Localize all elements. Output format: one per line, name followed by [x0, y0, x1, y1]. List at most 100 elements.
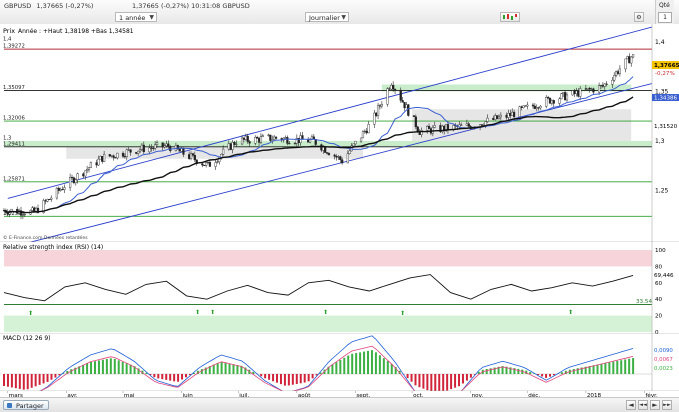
candle-body — [109, 154, 111, 156]
macd-hist-bar — [438, 374, 440, 393]
toolbar: GBPUSD 1,37665 (-0,27%) 1,37665 (-0,27%)… — [0, 0, 679, 25]
candle-body — [98, 159, 100, 165]
macd-hist-bar — [608, 362, 610, 374]
candle-body — [222, 149, 224, 154]
macd-hist-bar — [110, 358, 112, 374]
nav-last-button[interactable]: ►► — [662, 400, 672, 410]
share-button[interactable]: Partager — [3, 400, 49, 410]
macd-hist-bar — [541, 374, 543, 376]
candle-body — [576, 91, 578, 94]
candle-body — [466, 124, 468, 125]
candle-body — [585, 89, 587, 90]
macd-hist-bar — [308, 374, 310, 381]
candle-body — [162, 143, 164, 147]
macd-hist-bar — [596, 365, 598, 374]
window-title: GBPUSD 1,37665 (-0,27%) — [4, 2, 93, 10]
candle-body — [511, 112, 513, 115]
candle-body — [60, 189, 62, 190]
macd-hist-bar — [39, 374, 41, 385]
candle-body — [298, 138, 300, 143]
macd-hist-bar — [35, 374, 37, 386]
macd-hist-bar — [157, 374, 159, 378]
rsi-signal-arrow: ⬆ — [323, 309, 328, 316]
macd-hist-bar — [130, 365, 132, 374]
macd-hist-bar — [383, 358, 385, 374]
price-panel: PrixAnnée : +Haut 1,38198 +Bas 1,345811,… — [0, 24, 679, 248]
candle-body — [364, 131, 366, 132]
candle-body — [235, 144, 237, 145]
candle-body — [309, 140, 311, 143]
macd-hist-bar — [422, 374, 424, 389]
chart-type-button[interactable] — [500, 12, 520, 22]
quote-header: 1,37665 (-0,27%) 10:31:08 GBPUSD — [132, 2, 250, 10]
settings-button[interactable]: ⚙ — [634, 12, 644, 22]
macd-hist-bar — [173, 374, 175, 381]
macd-title: MACD (12 26 9) — [3, 335, 50, 342]
rsi-value-label: 69,446 — [654, 273, 674, 279]
candle-body — [536, 108, 538, 109]
candle-body — [415, 117, 417, 127]
rsi-axis-tick: 20 — [655, 314, 663, 320]
candle-body — [379, 106, 381, 107]
macd-hist-bar — [169, 374, 171, 381]
candle-body — [194, 155, 196, 160]
macd-hist-bar — [430, 374, 432, 392]
candle-body — [341, 160, 343, 163]
candle-body — [203, 165, 205, 166]
candle-body — [447, 124, 449, 129]
macd-hist-bar — [296, 374, 298, 384]
price-info-text: Année : +Haut 1,38198 +Bas 1,34581 — [18, 28, 134, 35]
chevron-down-icon: ▼ — [341, 13, 346, 23]
macd-hist-bar — [426, 374, 428, 390]
rsi-panel: Relative strength index (RSI) (14)⬆⬆⬆⬆⬆⬆… — [0, 242, 679, 336]
qty-panel: Qté 1 — [655, 0, 674, 24]
level-label: 1,4 — [3, 36, 12, 42]
candle-body — [387, 89, 389, 105]
macd-hist-bar — [213, 365, 215, 374]
macd-hist-bar — [268, 374, 270, 380]
trading-window: GBPUSD 1,37665 (-0,27%) 1,37665 (-0,27%)… — [0, 0, 679, 411]
candle-body — [619, 69, 621, 74]
candle-body — [149, 148, 151, 152]
candle-body — [124, 156, 126, 157]
macd-hist-bar — [529, 372, 531, 374]
candle-body — [526, 105, 528, 106]
nav-next-button[interactable]: ► — [650, 400, 660, 410]
macd-hist-bar — [86, 363, 88, 374]
candle-body — [286, 137, 288, 143]
macd-hist-bar — [418, 374, 420, 387]
candle-body — [492, 118, 494, 120]
candle-body — [336, 156, 338, 157]
candle-body — [602, 85, 604, 86]
quote-price: 1,37665 — [132, 2, 159, 10]
candle-body — [506, 115, 508, 117]
period-select[interactable]: 1 année▼ — [115, 12, 157, 22]
candle-body — [288, 143, 290, 144]
macd-hist-bar — [612, 362, 614, 374]
nav-first-button[interactable]: ◄ — [626, 400, 636, 410]
macd-hist-bar — [593, 365, 595, 374]
candle-body — [241, 138, 243, 144]
candle-body — [73, 178, 75, 183]
chart-area[interactable]: PrixAnnée : +Haut 1,38198 +Bas 1,345811,… — [0, 24, 679, 407]
macd-hist-bar — [517, 369, 519, 374]
candle-body — [604, 84, 606, 87]
interval-select[interactable]: Journalier▼ — [305, 12, 349, 22]
rsi-axis-tick: 80 — [655, 264, 663, 270]
macd-hist-bar — [102, 360, 104, 374]
qty-input[interactable]: 1 — [658, 12, 672, 23]
macd-hist-bar — [232, 364, 234, 374]
macd-hist-bar — [165, 374, 167, 380]
candle-body — [48, 199, 50, 200]
nav-back-button[interactable]: ◄◄ — [638, 400, 648, 410]
rsi-signal-arrow: ⬆ — [195, 309, 200, 316]
candle-body — [513, 112, 515, 117]
candle-body — [500, 115, 502, 117]
candle-body — [347, 154, 349, 163]
macd-hist-bar — [106, 359, 108, 374]
candle-body — [547, 97, 549, 98]
level-label: 1,32006 — [3, 116, 26, 122]
candle-body — [243, 138, 245, 140]
candle-body — [294, 143, 296, 144]
candle-body — [481, 125, 483, 126]
